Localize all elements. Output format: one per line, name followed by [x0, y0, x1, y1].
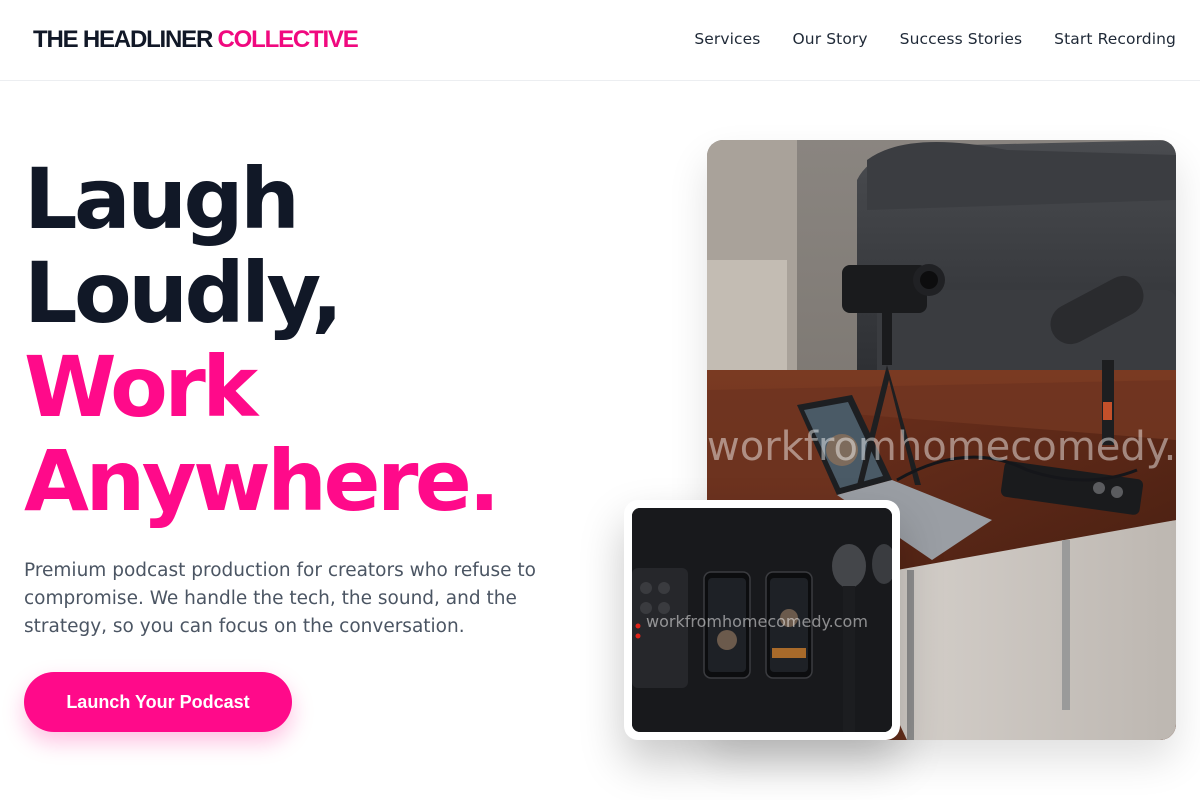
inset-photo-card: workfromhomecomedy.com: [624, 500, 900, 740]
nav-link-services[interactable]: Services: [694, 30, 760, 48]
hero-headline: Laugh Loudly, Work Anywhere.: [24, 150, 500, 530]
headline-line-3: Work: [24, 338, 258, 436]
headline-line-1: Laugh: [24, 150, 300, 248]
brand-name-accent: COLLECTIVE: [217, 26, 359, 53]
headline-line-4: Anywhere.: [24, 432, 500, 530]
main-nav: Services Our Story Success Stories Start…: [694, 30, 1176, 48]
main-photo-watermark: workfromhomecomedy.com: [707, 424, 1176, 470]
site-header: THE HEADLINER COLLECTIVE Services Our St…: [0, 0, 1200, 81]
headline-line-2: Loudly,: [24, 244, 343, 342]
nav-link-our-story[interactable]: Our Story: [792, 30, 867, 48]
inset-photo: workfromhomecomedy.com: [632, 508, 892, 732]
launch-podcast-button[interactable]: Launch Your Podcast: [24, 672, 292, 732]
inset-photo-watermark: workfromhomecomedy.com: [646, 612, 868, 631]
nav-link-start-recording[interactable]: Start Recording: [1054, 30, 1176, 48]
hero-subtitle: Premium podcast production for creators …: [24, 560, 536, 637]
brand-name-primary: THE HEADLINER: [33, 26, 213, 53]
brand-logo[interactable]: THE HEADLINER COLLECTIVE: [33, 26, 359, 54]
nav-link-success-stories[interactable]: Success Stories: [900, 30, 1023, 48]
